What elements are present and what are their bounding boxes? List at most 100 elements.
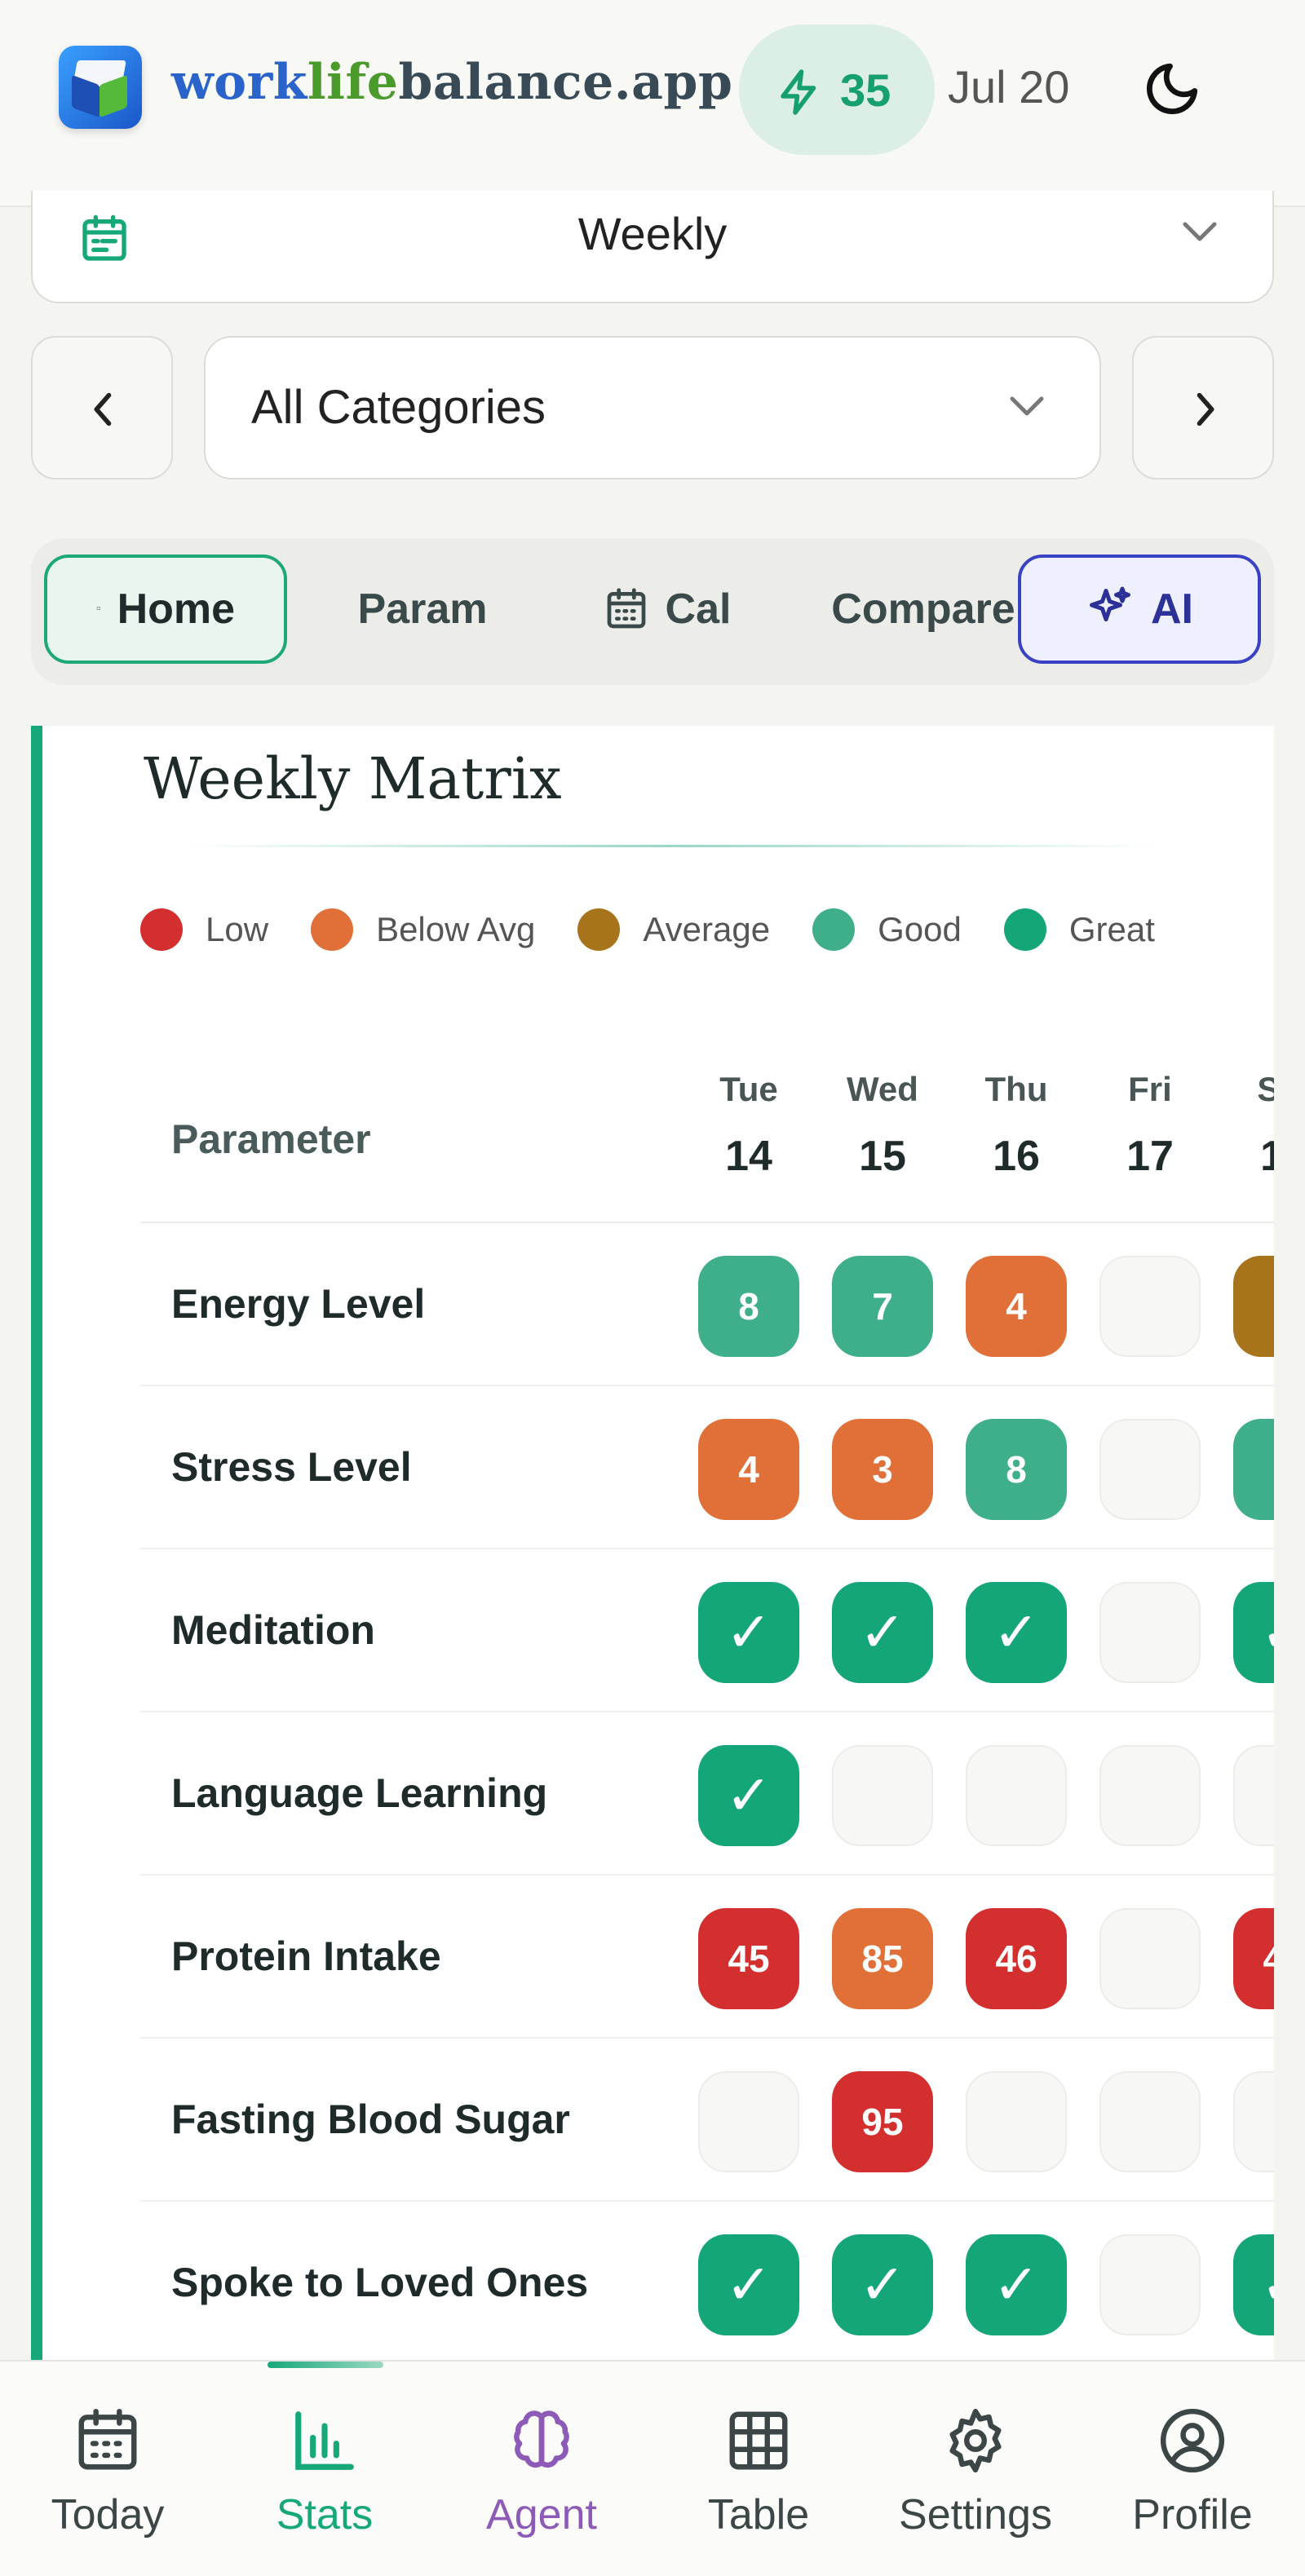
- matrix-cell[interactable]: [1233, 2071, 1274, 2172]
- tab-compare[interactable]: Compare: [801, 555, 1046, 664]
- app-header: worklifebalance.app 35 Jul 20: [0, 0, 1305, 207]
- parameter-header: Parameter: [171, 1116, 371, 1162]
- matrix-cell[interactable]: ✓: [1233, 1582, 1274, 1683]
- matrix-cell[interactable]: 3: [832, 1419, 933, 1520]
- parameter-name[interactable]: Fasting Blood Sugar: [171, 2096, 570, 2143]
- chevron-down-icon: [1010, 396, 1044, 416]
- day-number: 18: [1233, 1132, 1274, 1181]
- legend-label: Low: [206, 910, 269, 948]
- day-of-week: Tue: [719, 1070, 778, 1108]
- tab-param[interactable]: Param: [325, 555, 520, 664]
- view-mode-select[interactable]: Weekly: [31, 191, 1274, 303]
- matrix-cell[interactable]: [966, 2071, 1067, 2172]
- nav-settings[interactable]: Settings: [869, 2406, 1082, 2539]
- matrix-cell[interactable]: ✓: [698, 2234, 799, 2335]
- table-row: Energy Level 874 5: [140, 1223, 1274, 1386]
- category-select[interactable]: All Categories: [204, 336, 1101, 479]
- app-logo[interactable]: [59, 46, 142, 129]
- matrix-cell[interactable]: 5: [1233, 1256, 1274, 1357]
- tab-home[interactable]: ▫ Home: [44, 555, 287, 664]
- matrix-cell[interactable]: [1099, 1908, 1201, 2009]
- matrix-cell[interactable]: ✓: [966, 2234, 1067, 2335]
- legend-item: Low: [140, 908, 268, 951]
- calendar-icon: [2, 2406, 214, 2476]
- nav-label: Table: [707, 2491, 810, 2538]
- nav-table[interactable]: Table: [652, 2406, 865, 2539]
- tab-bar: ▫ Home Param Cal Compare AI: [31, 538, 1274, 685]
- legend-label: Below Avg: [376, 910, 536, 948]
- next-button[interactable]: [1132, 336, 1274, 479]
- legend-dot: [812, 908, 856, 951]
- matrix-cell[interactable]: ✓: [966, 1582, 1067, 1683]
- parameter-name[interactable]: Stress Level: [171, 1443, 412, 1491]
- matrix-cell[interactable]: [1099, 1745, 1201, 1846]
- matrix-cell[interactable]: 46: [1233, 1908, 1274, 2009]
- matrix-cell[interactable]: [1099, 1256, 1201, 1357]
- matrix-cell[interactable]: [1099, 2234, 1201, 2335]
- tab-cal[interactable]: Cal: [569, 555, 765, 664]
- parameter-name[interactable]: Energy Level: [171, 1280, 425, 1328]
- legend-dot: [311, 908, 354, 951]
- legend-item: Below Avg: [311, 908, 535, 951]
- table-row: Language Learning ✓: [140, 1712, 1274, 1876]
- legend-label: Average: [643, 910, 771, 948]
- previous-button[interactable]: [31, 336, 173, 479]
- matrix-cell[interactable]: [1233, 1745, 1274, 1846]
- matrix-cell[interactable]: ✓: [1233, 2234, 1274, 2335]
- matrix-cell[interactable]: 45: [698, 1908, 799, 2009]
- matrix-cell[interactable]: 95: [832, 2071, 933, 2172]
- nav-label: Agent: [486, 2491, 597, 2538]
- nav-stats[interactable]: Stats: [219, 2406, 431, 2539]
- parameter-name[interactable]: Language Learning: [171, 1770, 547, 1817]
- matrix-cell[interactable]: [1099, 2071, 1201, 2172]
- table-header: Parameter Tue 14 Wed 15 Thu 16 Fri 17 Sat 18: [140, 1052, 1274, 1223]
- brain-icon: [436, 2406, 648, 2476]
- matrix-cell[interactable]: 4: [966, 1256, 1067, 1357]
- day-of-week: Sat: [1233, 1070, 1274, 1109]
- nav-label: Settings: [899, 2491, 1052, 2538]
- matrix-cell[interactable]: [966, 1745, 1067, 1846]
- matrix-cell[interactable]: 85: [832, 1908, 933, 2009]
- matrix-cell[interactable]: 4: [698, 1419, 799, 1520]
- lightning-icon: [781, 69, 816, 115]
- matrix-cell[interactable]: [832, 1745, 933, 1846]
- matrix-cell[interactable]: 7: [832, 1256, 933, 1357]
- legend-label: Good: [878, 910, 962, 948]
- active-tab-indicator: [268, 2362, 383, 2368]
- parameter-name[interactable]: Spoke to Loved Ones: [171, 2259, 588, 2306]
- nav-label: Today: [51, 2491, 165, 2538]
- matrix-cell[interactable]: [1099, 1419, 1201, 1520]
- streak-badge[interactable]: 35: [739, 24, 935, 155]
- matrix-cell[interactable]: 8: [1233, 1419, 1274, 1520]
- matrix-cell[interactable]: ✓: [832, 2234, 933, 2335]
- matrix-cell[interactable]: [698, 2071, 799, 2172]
- bottom-navigation: Today Stats Agent Table Settings Profile: [0, 2360, 1305, 2576]
- weekly-matrix-card: Weekly Matrix Low Below Avg Average Good Gre…: [31, 726, 1274, 2360]
- day-of-week: Thu: [984, 1070, 1048, 1108]
- tab-ai[interactable]: AI: [1018, 555, 1261, 664]
- user-circle-icon: [1086, 2406, 1298, 2476]
- chevron-right-icon: [1197, 392, 1214, 426]
- legend-item: Great: [1003, 908, 1155, 951]
- day-number: 14: [725, 1133, 772, 1180]
- matrix-cell[interactable]: [1099, 1582, 1201, 1683]
- parameter-name[interactable]: Protein Intake: [171, 1933, 441, 1980]
- gear-icon: [869, 2406, 1082, 2476]
- brand-name[interactable]: worklifebalance.app: [171, 54, 732, 111]
- day-header: Tue 14: [698, 1070, 799, 1181]
- nav-agent[interactable]: Agent: [436, 2406, 648, 2539]
- nav-today[interactable]: Today: [2, 2406, 214, 2539]
- nav-profile[interactable]: Profile: [1086, 2406, 1298, 2539]
- legend-dot: [1003, 908, 1046, 951]
- current-date: Jul 20: [948, 61, 1070, 113]
- moon-icon[interactable]: [1142, 59, 1202, 119]
- matrix-cell[interactable]: 8: [698, 1256, 799, 1357]
- matrix-cell[interactable]: ✓: [698, 1582, 799, 1683]
- matrix-cell[interactable]: 46: [966, 1908, 1067, 2009]
- matrix-cell[interactable]: ✓: [832, 1582, 933, 1683]
- matrix-cell[interactable]: 8: [966, 1419, 1067, 1520]
- matrix-cell[interactable]: ✓: [698, 1745, 799, 1846]
- day-header: Fri 17: [1099, 1070, 1201, 1181]
- home-icon: ▫: [95, 602, 101, 616]
- parameter-name[interactable]: Meditation: [171, 1606, 375, 1654]
